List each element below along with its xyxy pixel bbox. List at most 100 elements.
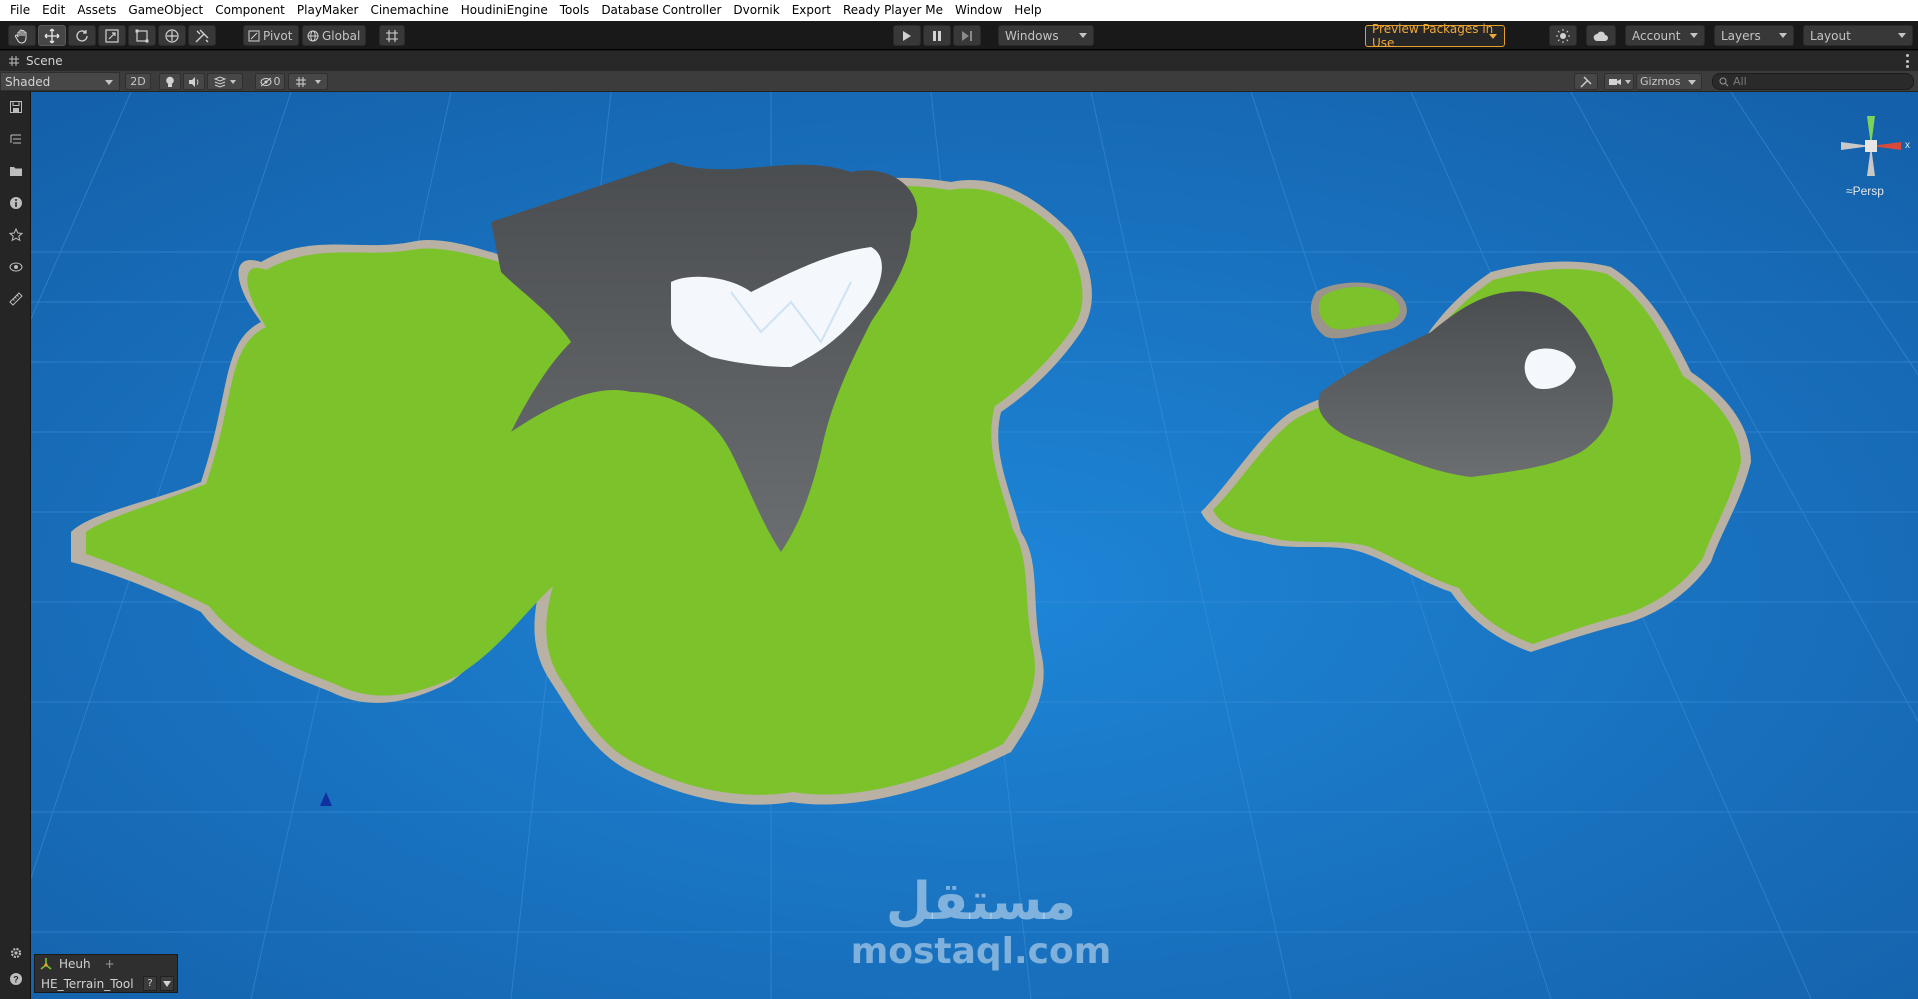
transform-icon	[165, 28, 179, 43]
scale-icon	[105, 28, 119, 43]
global-toggle[interactable]: Global	[302, 25, 366, 46]
camera-dropdown[interactable]	[1604, 73, 1634, 90]
account-dropdown[interactable]: Account	[1625, 25, 1705, 46]
play-button[interactable]	[893, 25, 921, 46]
pivot-label: Pivot	[263, 28, 293, 43]
kebab-menu-icon[interactable]	[1906, 54, 1910, 68]
pivot-toggle[interactable]: Pivot	[243, 25, 299, 46]
layout-label: Layout	[1810, 28, 1851, 43]
center-cube[interactable]	[1865, 140, 1877, 152]
cloud-button[interactable]	[1586, 25, 1616, 46]
menu-ready-player-me[interactable]: Ready Player Me	[837, 0, 949, 21]
scene-viewport[interactable]: x ≈Persp مستقل mostaql.com Heuh + HE_Ter…	[31, 92, 1918, 999]
watermark: مستقل mostaql.com	[831, 872, 1131, 992]
chevron-down-icon	[1690, 33, 1698, 38]
menu-tools[interactable]: Tools	[554, 0, 596, 21]
menu-window[interactable]: Window	[949, 0, 1008, 21]
custom-tool-button[interactable]	[188, 25, 216, 46]
layers-label: Layers	[1721, 28, 1761, 43]
menu-help[interactable]: Help	[1008, 0, 1047, 21]
speaker-icon	[189, 76, 199, 87]
scene-tab-bar: Scene	[0, 51, 1918, 71]
layers-dropdown[interactable]: Layers	[1714, 25, 1794, 46]
play-icon	[903, 30, 911, 41]
chevron-down-icon	[1624, 79, 1631, 84]
lightbulb-icon	[166, 76, 174, 87]
collab-button[interactable]	[1549, 25, 1577, 46]
houdini-icon	[40, 958, 52, 970]
menu-export[interactable]: Export	[786, 0, 837, 21]
add-overlay-button[interactable]: +	[105, 957, 115, 971]
menu-bar: File Edit Assets GameObject Component Pl…	[0, 0, 1918, 21]
menu-cinemachine[interactable]: Cinemachine	[364, 0, 454, 21]
svg-text:?: ?	[13, 974, 19, 984]
platform-dropdown[interactable]: Windows	[998, 25, 1094, 46]
effects-dropdown[interactable]	[207, 73, 243, 90]
global-label: Global	[322, 28, 361, 43]
move-tool-button[interactable]	[38, 25, 66, 46]
gizmos-dropdown[interactable]: Gizmos	[1636, 73, 1702, 90]
step-button[interactable]	[953, 25, 981, 46]
preview-packages-button[interactable]: Preview Packages in Use	[1365, 22, 1505, 50]
info-icon[interactable]	[6, 193, 25, 212]
toggle-2d-label: 2D	[130, 75, 146, 88]
toggle-2d-button[interactable]: 2D	[125, 73, 151, 90]
overlay-help-button[interactable]: ?	[143, 976, 157, 991]
menu-playmaker[interactable]: PlayMaker	[291, 0, 365, 21]
grid-icon	[296, 76, 306, 87]
eye-icon[interactable]	[6, 257, 25, 276]
eye-slash-icon	[260, 77, 271, 86]
tools-icon	[1580, 76, 1592, 87]
hand-icon	[14, 28, 27, 44]
pause-button[interactable]	[923, 25, 951, 46]
main-toolbar: Pivot Global Windows Preview Packages in…	[0, 21, 1918, 50]
camera-icon	[1608, 78, 1621, 85]
audio-toggle[interactable]	[183, 73, 205, 90]
tab-scene[interactable]: Scene	[0, 51, 73, 71]
chevron-down-icon	[1688, 80, 1696, 85]
draw-mode-label: Shaded	[5, 74, 51, 89]
persp-prefix-icon: ≈	[1846, 184, 1853, 198]
chevron-down-icon	[105, 80, 113, 85]
scene-visibility-toggle[interactable]: 0	[255, 73, 285, 90]
menu-dvornik[interactable]: Dvornik	[727, 0, 785, 21]
menu-assets[interactable]: Assets	[71, 0, 122, 21]
grid-icon	[9, 56, 19, 66]
overlay-tool-name[interactable]: Heuh	[59, 957, 91, 971]
watermark-latin: mostaql.com	[850, 931, 1112, 972]
overlay-collapse-button[interactable]	[160, 976, 174, 991]
menu-component[interactable]: Component	[209, 0, 291, 21]
menu-file[interactable]: File	[4, 0, 36, 21]
orientation-gizmo[interactable]: x	[1831, 106, 1911, 216]
overlay-asset-name[interactable]: HE_Terrain_Tool	[41, 977, 134, 991]
save-icon[interactable]	[6, 97, 25, 116]
hand-tool-button[interactable]	[8, 25, 36, 46]
scene-search-input[interactable]: All	[1712, 73, 1914, 90]
transform-handle-icon[interactable]	[320, 792, 332, 806]
rotate-tool-button[interactable]	[68, 25, 96, 46]
star-icon[interactable]	[6, 225, 25, 244]
terrain-render	[31, 92, 1918, 999]
transform-tool-button[interactable]	[158, 25, 186, 46]
grid-snap-button[interactable]	[379, 25, 405, 46]
search-icon	[1719, 77, 1729, 86]
rect-tool-button[interactable]	[128, 25, 156, 46]
scale-tool-button[interactable]	[98, 25, 126, 46]
menu-gameobject[interactable]: GameObject	[122, 0, 209, 21]
layout-dropdown[interactable]: Layout	[1803, 25, 1913, 46]
ruler-icon[interactable]	[6, 289, 25, 308]
draw-mode-dropdown[interactable]: Shaded	[0, 72, 120, 91]
chevron-down-icon	[1898, 33, 1906, 38]
menu-houdiniengine[interactable]: HoudiniEngine	[455, 0, 554, 21]
chevron-down-icon	[315, 79, 321, 84]
grid-dropdown[interactable]	[288, 73, 328, 90]
menu-edit[interactable]: Edit	[36, 0, 71, 21]
lighting-toggle[interactable]	[159, 73, 181, 90]
help-icon[interactable]: ?	[6, 969, 25, 988]
menu-database-controller[interactable]: Database Controller	[595, 0, 727, 21]
settings-gear-icon[interactable]	[6, 943, 25, 962]
projection-label[interactable]: ≈Persp	[1846, 184, 1884, 198]
folder-icon[interactable]	[6, 161, 25, 180]
hierarchy-icon[interactable]	[6, 129, 25, 148]
tools-toggle[interactable]	[1574, 73, 1598, 90]
